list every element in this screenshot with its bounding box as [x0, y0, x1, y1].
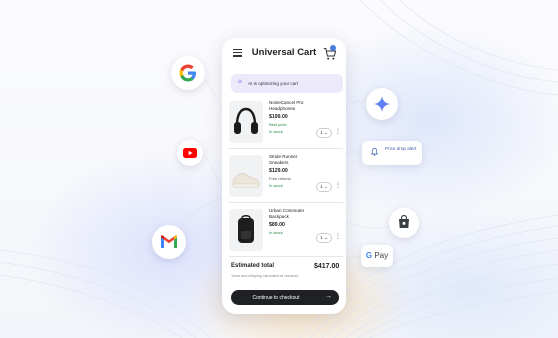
- product-price: $89.00: [269, 222, 285, 228]
- cart-item[interactable]: Stride Runner Sneakers $129.00 Free retu…: [229, 152, 343, 202]
- tax-shipping-note: Taxes and shipping calculated at checkou…: [231, 274, 299, 278]
- headphones-icon: [234, 107, 258, 134]
- ai-sparkle-icon: ✧: [237, 79, 243, 86]
- price-drop-alert-label: Price drop alert: [385, 146, 417, 151]
- google-pay-chip[interactable]: G Pay: [361, 245, 393, 267]
- ai-optimizing-banner: ✧ AI is optimizing your cart: [231, 74, 343, 93]
- stock-status: In stock: [269, 183, 283, 188]
- quantity-select[interactable]: 1 ⌄: [316, 182, 332, 192]
- bell-icon: [371, 148, 378, 156]
- product-thumbnail[interactable]: [229, 101, 263, 143]
- gemini-bubble: [366, 88, 398, 120]
- product-name[interactable]: NoiseCancel Pro Headphones: [269, 100, 315, 112]
- google-bubble: [171, 56, 205, 90]
- product-note: Best price: [269, 122, 287, 127]
- quantity-select[interactable]: 1 ⌄: [316, 128, 332, 138]
- divider: [229, 256, 343, 257]
- hero-stage: Price drop alert G Pay Universal Cart ✧ …: [0, 0, 558, 338]
- app-header: Universal Cart: [222, 38, 346, 70]
- phone-mockup: Universal Cart ✧ AI is optimizing your c…: [222, 38, 346, 314]
- google-pay-label: Pay: [374, 251, 389, 260]
- quantity-value: 1: [320, 235, 323, 240]
- sneaker-icon: [232, 172, 260, 188]
- sparkle-icon: [374, 96, 390, 112]
- stock-status: In stock: [269, 129, 283, 134]
- cart-item[interactable]: Urban Commuter Backpack $89.00 In stock …: [229, 206, 343, 256]
- quantity-value: 1: [320, 184, 323, 189]
- product-price: $199.00: [269, 114, 288, 120]
- divider: [229, 202, 343, 203]
- more-options-icon[interactable]: ⋮: [335, 233, 341, 241]
- checkout-button-label: Continue to checkout: [252, 294, 300, 301]
- shopping-bag-icon: [399, 215, 409, 228]
- divider: [229, 148, 343, 149]
- product-name[interactable]: Stride Runner Sneakers: [269, 154, 315, 166]
- product-thumbnail[interactable]: [229, 209, 263, 251]
- arrow-right-icon: →: [325, 293, 332, 300]
- estimated-total-value: $417.00: [314, 263, 340, 270]
- backpack-icon: [238, 215, 254, 243]
- chevron-down-icon: ⌄: [324, 235, 328, 240]
- ai-banner-text: AI is optimizing your cart: [248, 81, 299, 86]
- product-price: $129.00: [269, 168, 288, 174]
- product-thumbnail[interactable]: [229, 155, 263, 197]
- quantity-select[interactable]: 1 ⌄: [316, 233, 332, 243]
- gmail-icon: [161, 235, 177, 248]
- gmail-bubble: [152, 225, 186, 259]
- more-options-icon[interactable]: ⋮: [335, 128, 341, 136]
- continue-to-checkout-button[interactable]: Continue to checkout →: [231, 290, 339, 305]
- google-pay-g-icon: G: [365, 251, 373, 260]
- more-options-icon[interactable]: ⋮: [335, 182, 341, 190]
- cart-badge: [330, 45, 336, 51]
- chevron-down-icon: ⌄: [324, 130, 328, 135]
- youtube-icon: [183, 148, 197, 158]
- product-note: Free returns: [269, 176, 291, 181]
- price-drop-alert-card[interactable]: Price drop alert: [362, 141, 422, 165]
- google-icon: [179, 64, 196, 82]
- chevron-down-icon: ⌄: [324, 184, 328, 189]
- cart-item[interactable]: NoiseCancel Pro Headphones $199.00 Best …: [229, 98, 343, 148]
- quantity-value: 1: [320, 130, 323, 135]
- product-name[interactable]: Urban Commuter Backpack: [269, 208, 315, 220]
- youtube-bubble: [177, 140, 203, 166]
- stock-status: In stock: [269, 230, 283, 235]
- estimated-total-label: Estimated total: [231, 263, 275, 269]
- shopping-bag-bubble: [389, 208, 419, 238]
